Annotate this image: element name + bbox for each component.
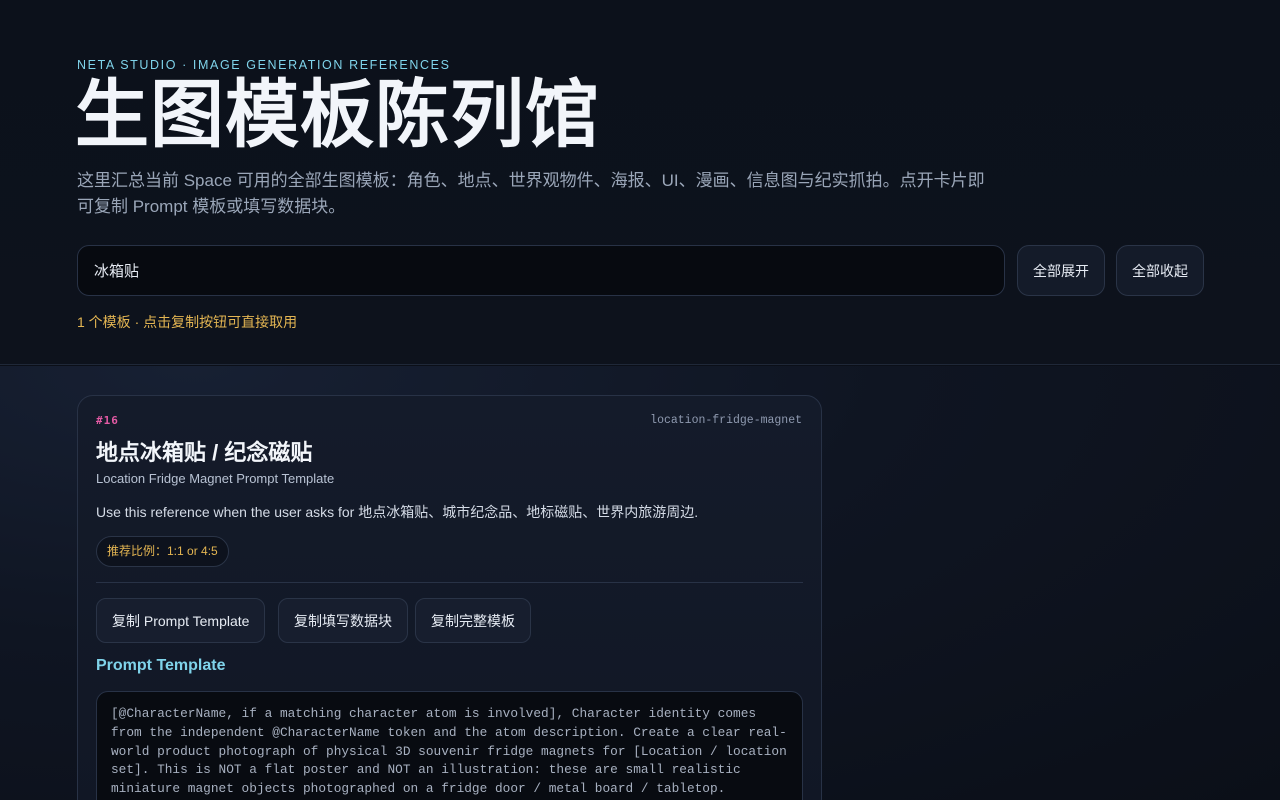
ratio-badge: 推荐比例：1:1 or 4:5 [96, 536, 229, 567]
card-title: 地点冰箱贴 / 纪念磁贴 [96, 440, 313, 465]
card-divider [96, 582, 803, 583]
collapse-all-button[interactable]: 全部收起 [1116, 245, 1204, 296]
search-input[interactable] [77, 245, 1005, 296]
result-count: 1 个模板 · 点击复制按钮可直接取用 [77, 314, 298, 330]
copy-fill-block-button[interactable]: 复制填写数据块 [278, 598, 408, 643]
copy-prompt-button[interactable]: 复制 Prompt Template [96, 598, 266, 643]
card-subtitle: Location Fridge Magnet Prompt Template [96, 471, 335, 486]
copy-full-template-button[interactable]: 复制完整模板 [415, 598, 531, 643]
prompt-template-heading: Prompt Template [96, 657, 226, 674]
card-id: location-fridge-magnet [650, 414, 802, 427]
template-card[interactable]: #16 location-fridge-magnet 地点冰箱贴 / 纪念磁贴 … [77, 395, 822, 800]
expand-all-button[interactable]: 全部展开 [1017, 245, 1105, 296]
card-number: #16 [96, 414, 119, 427]
prompt-template-code[interactable]: [@CharacterName, if a matching character… [96, 691, 803, 800]
eyebrow-text: NETA STUDIO · IMAGE GENERATION REFERENCE… [77, 58, 451, 72]
card-description: Use this reference when the user asks fo… [96, 504, 699, 520]
page-title: 生图模板陈列馆 [75, 73, 600, 156]
page-subtitle: 这里汇总当前 Space 可用的全部生图模板：角色、地点、世界观物件、海报、UI… [77, 171, 985, 216]
page-header: NETA STUDIO · IMAGE GENERATION REFERENCE… [0, 0, 1280, 365]
